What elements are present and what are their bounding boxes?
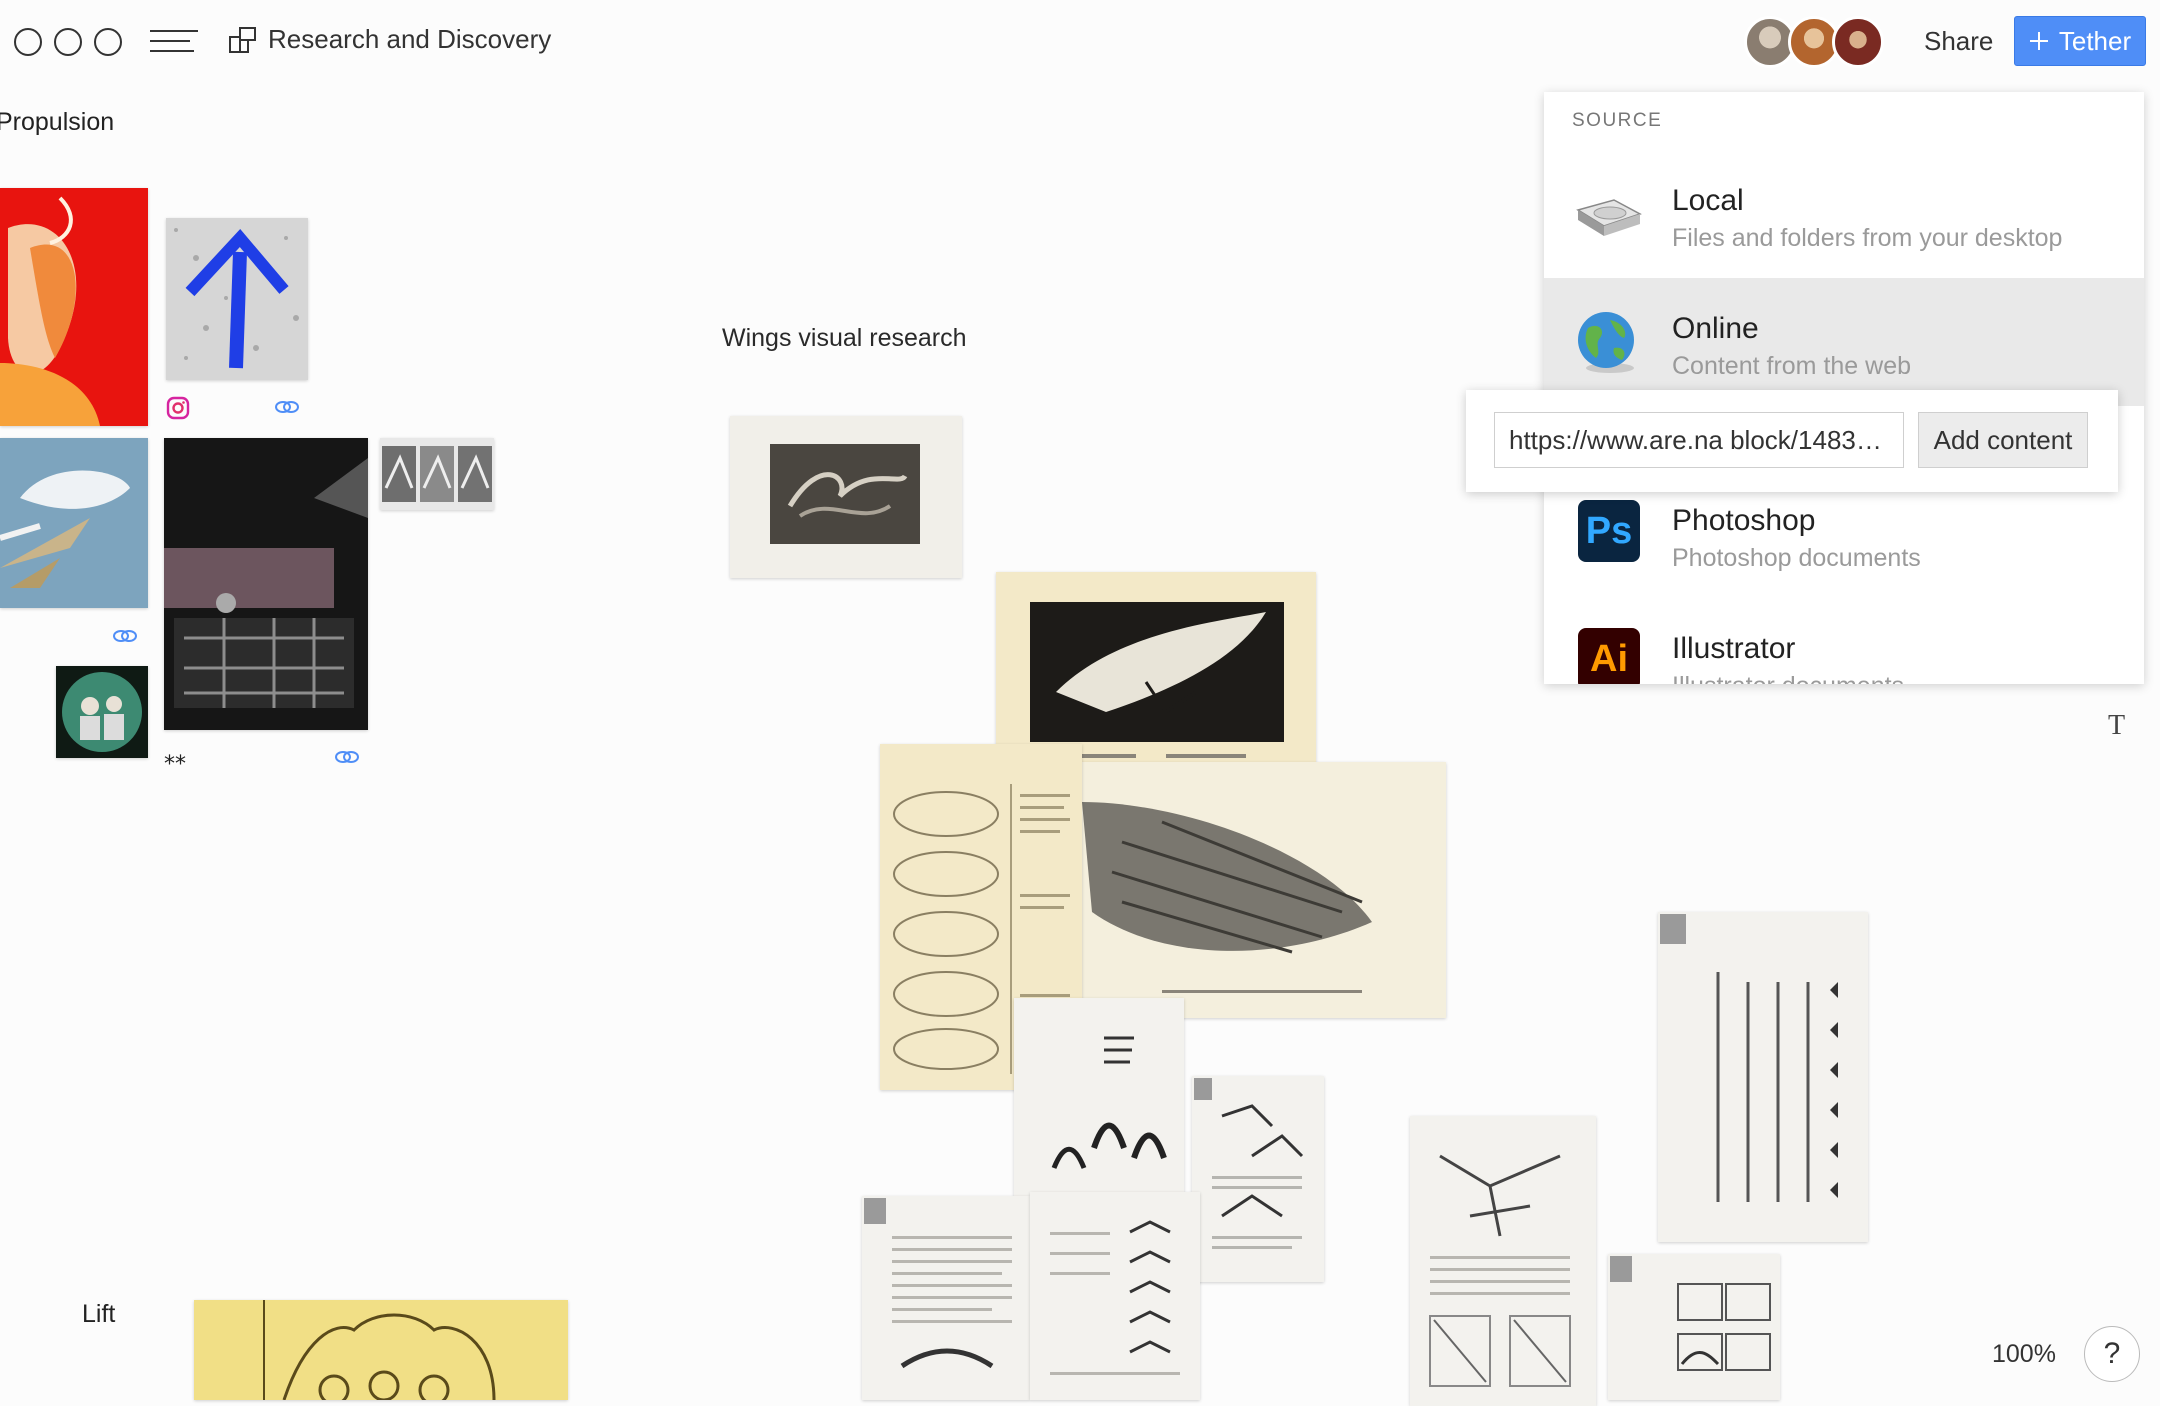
- image-card-astronauts[interactable]: [56, 666, 148, 758]
- image-card-flight-notes[interactable]: [1192, 1076, 1324, 1282]
- maximize-window-button[interactable]: [94, 28, 122, 56]
- image-card-skeleton-wing[interactable]: [1410, 1116, 1596, 1406]
- image-card-filmstrip[interactable]: [380, 438, 494, 510]
- link-icon[interactable]: [334, 748, 360, 766]
- arrow-illustration: [166, 218, 308, 380]
- add-content-button[interactable]: Add content: [1918, 412, 2088, 468]
- link-icon[interactable]: [112, 627, 138, 645]
- document-title-label: Research and Discovery: [268, 24, 552, 54]
- source-item-online[interactable]: Online Content from the web: [1544, 278, 2144, 406]
- text-page-illustration: [864, 1198, 1012, 1369]
- engine-illustration: [164, 438, 368, 730]
- document-title[interactable]: Research and Discovery: [228, 24, 551, 55]
- illustrator-icon-glyph: Ai: [1590, 637, 1628, 680]
- source-item-illustrator[interactable]: Ai Illustrator Illustrator documents: [1544, 598, 2144, 684]
- help-icon: ?: [2103, 1337, 2121, 1370]
- source-item-title: Illustrator: [1672, 632, 1796, 665]
- url-popover: Add content: [1466, 390, 2118, 492]
- image-card-flame[interactable]: [0, 188, 148, 426]
- photoshop-icon-glyph: Ps: [1585, 509, 1633, 552]
- link-icon[interactable]: [274, 398, 300, 416]
- wing-glyphs-illustration: [1660, 914, 1838, 1202]
- image-card-feathered-wing[interactable]: [1042, 762, 1446, 1018]
- flame-illustration: [0, 196, 100, 426]
- instagram-icon[interactable]: [166, 396, 190, 420]
- image-card-wing-glyphs[interactable]: [1658, 912, 1868, 1242]
- lift-diagram-illustration: [263, 1300, 496, 1400]
- minimize-window-button[interactable]: [54, 28, 82, 56]
- sketch-panels-illustration: [1610, 1256, 1771, 1371]
- plus-icon: [2029, 32, 2048, 50]
- help-button[interactable]: ?: [2084, 1326, 2140, 1382]
- image-card-sketch-panels[interactable]: [1608, 1254, 1780, 1400]
- image-card-wing-sequence[interactable]: [1030, 1192, 1200, 1400]
- jet-illustration: [0, 438, 148, 608]
- source-item-subtitle: Illustrator documents: [1672, 672, 1904, 684]
- image-card-engine[interactable]: [164, 438, 368, 730]
- section-title-propulsion: Propulsion: [0, 108, 115, 136]
- hard-drive-icon: [1576, 199, 1642, 236]
- globe-icon: [1578, 312, 1634, 373]
- tether-button-label: Tether: [2058, 25, 2132, 56]
- text-tool-icon[interactable]: T: [2108, 710, 2125, 742]
- card-caption-stars: ⁎⁎: [164, 744, 186, 769]
- section-title-wings: Wings visual research: [722, 324, 967, 352]
- source-item-local[interactable]: Local Files and folders from your deskto…: [1544, 150, 2144, 278]
- source-item-subtitle: Content from the web: [1672, 352, 1912, 380]
- image-card-text-page-bird[interactable]: [862, 1196, 1030, 1400]
- image-card-jet[interactable]: [0, 438, 148, 608]
- board-icon: [229, 26, 256, 53]
- source-item-subtitle: Files and folders from your desktop: [1672, 224, 2063, 252]
- filmstrip-illustration: [380, 438, 494, 510]
- flight-notes-illustration: [1194, 1078, 1304, 1249]
- source-item-title: Local: [1672, 184, 1744, 217]
- source-menu-header: SOURCE: [1572, 110, 1663, 131]
- source-menu: SOURCE Local Files and folders from your…: [1544, 92, 2144, 684]
- share-button[interactable]: Share: [1924, 26, 1993, 57]
- image-card-flying-figures[interactable]: [730, 416, 962, 578]
- illustrator-icon: Ai: [1578, 628, 1640, 684]
- skeleton-wing-illustration: [1429, 1154, 1571, 1387]
- image-card-bird-sketches[interactable]: [1014, 998, 1184, 1198]
- feathered-wing-illustration: [1082, 802, 1372, 993]
- etching-illustration: [770, 444, 920, 544]
- zoom-level[interactable]: 100%: [1992, 1340, 2056, 1369]
- source-item-subtitle: Photoshop documents: [1672, 544, 1921, 572]
- avatar[interactable]: [1832, 16, 1884, 68]
- source-item-title: Online: [1672, 312, 1759, 345]
- url-input[interactable]: [1494, 412, 1904, 468]
- close-window-button[interactable]: [14, 28, 42, 56]
- astronauts-illustration: [56, 666, 148, 758]
- menu-icon[interactable]: [150, 30, 198, 54]
- image-card-lift-diagram[interactable]: [194, 1300, 568, 1400]
- image-card-arrow[interactable]: [166, 218, 308, 380]
- photoshop-icon: Ps: [1578, 500, 1640, 562]
- window-controls: [14, 28, 122, 56]
- source-item-title: Photoshop: [1672, 504, 1816, 537]
- wing-sequence-illustration: [1050, 1220, 1180, 1375]
- collaborator-avatars[interactable]: [1744, 16, 1884, 68]
- bird-sketches-illustration: [1051, 1036, 1167, 1169]
- section-title-lift: Lift: [82, 1300, 116, 1328]
- tether-button[interactable]: Tether: [2014, 16, 2146, 66]
